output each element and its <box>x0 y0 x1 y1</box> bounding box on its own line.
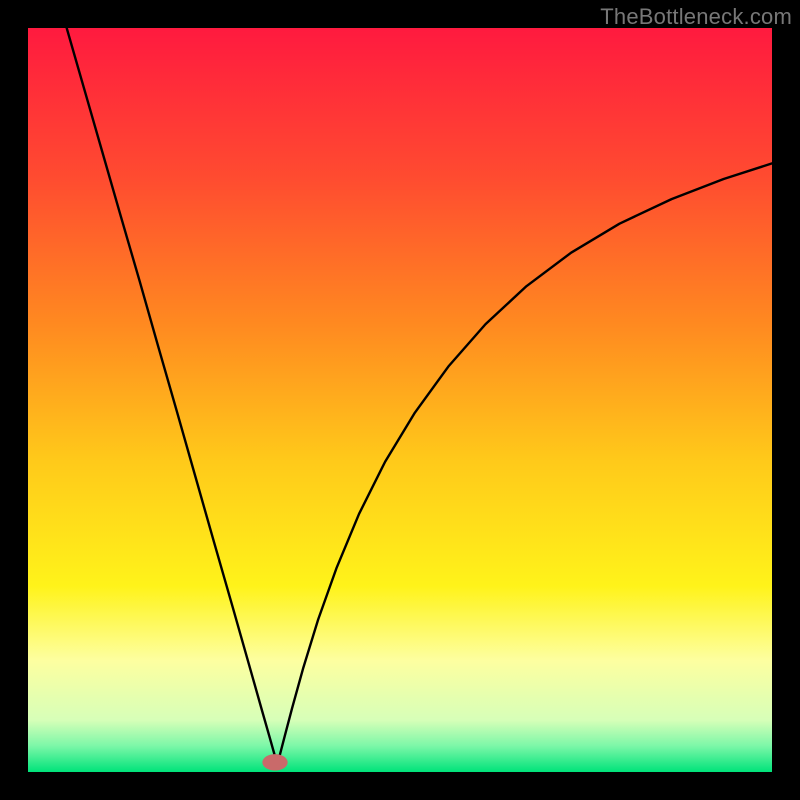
chart-background <box>28 28 772 772</box>
bottleneck-chart <box>28 28 772 772</box>
outer-frame: TheBottleneck.com <box>0 0 800 800</box>
watermark-text: TheBottleneck.com <box>600 4 792 30</box>
minimum-marker <box>262 754 287 770</box>
